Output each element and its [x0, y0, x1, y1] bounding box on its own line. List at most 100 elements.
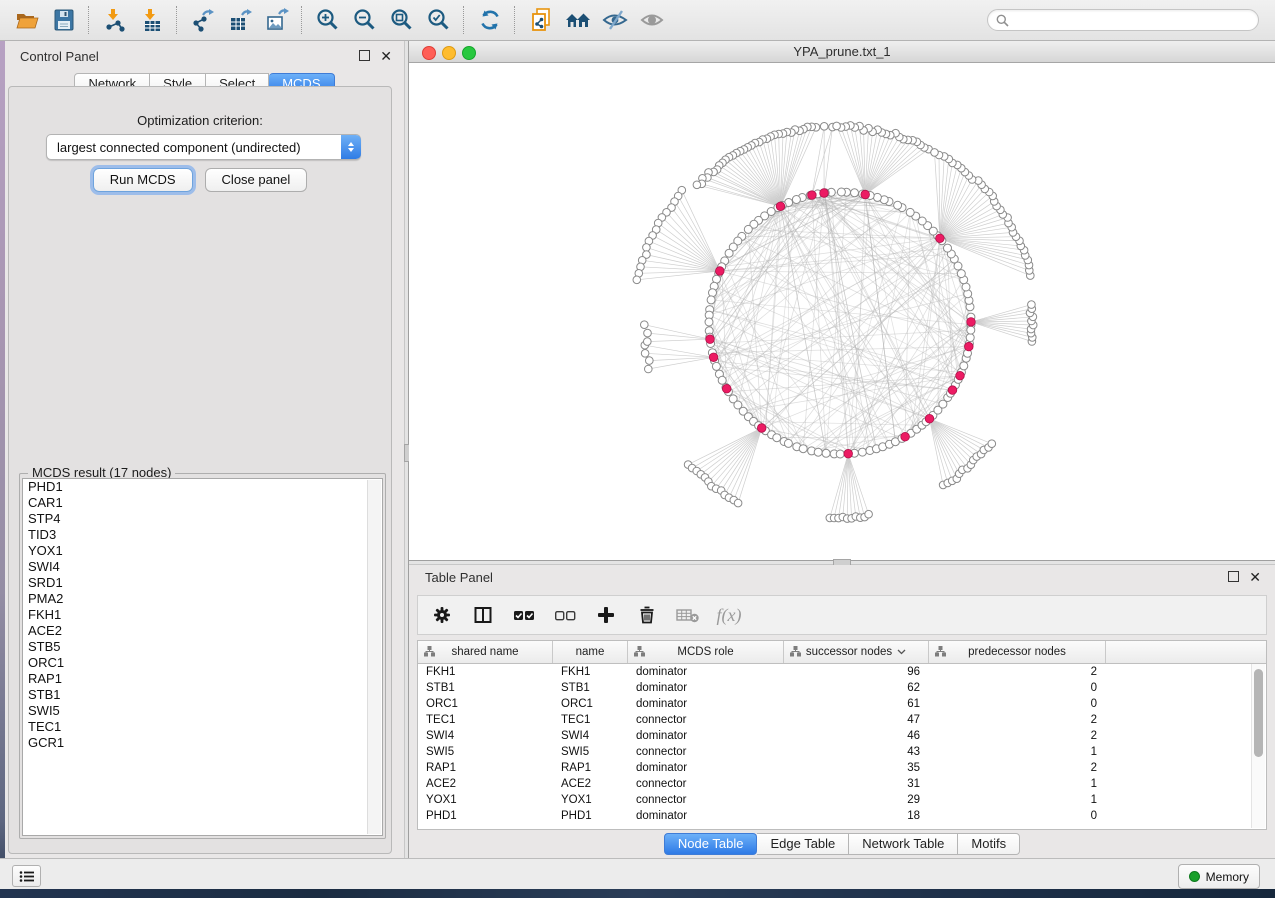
- delete-column-button[interactable]: [635, 603, 659, 627]
- task-history-button[interactable]: [12, 865, 41, 887]
- table-row[interactable]: ORC1ORC1dominator610: [418, 696, 1266, 712]
- table-cell: ACE2: [553, 778, 628, 790]
- zoom-fit-button[interactable]: [383, 3, 420, 37]
- scrollbar-thumb[interactable]: [1254, 669, 1263, 757]
- mcds-result-list[interactable]: PHD1CAR1STP4TID3YOX1SWI4SRD1PMA2FKH1ACE2…: [22, 478, 383, 836]
- close-panel-icon[interactable]: ✕: [380, 51, 392, 61]
- table-row[interactable]: SWI4SWI4dominator462: [418, 728, 1266, 744]
- float-panel-icon[interactable]: [359, 50, 370, 61]
- toolbar-separator: [463, 6, 465, 34]
- list-item[interactable]: YOX1: [23, 543, 382, 559]
- table-row[interactable]: FKH1FKH1dominator962: [418, 664, 1266, 680]
- list-item[interactable]: PHD1: [23, 479, 382, 495]
- list-item[interactable]: ACE2: [23, 623, 382, 639]
- open-session-button[interactable]: [8, 3, 45, 37]
- table-row[interactable]: RAP1RAP1dominator352: [418, 760, 1266, 776]
- optimization-criterion-dropdown[interactable]: largest connected component (undirected): [46, 134, 361, 160]
- zoom-selected-icon: [426, 7, 452, 33]
- list-item[interactable]: SWI5: [23, 703, 382, 719]
- show-graphics-details-button[interactable]: [633, 3, 670, 37]
- table-row[interactable]: YOX1YOX1connector291: [418, 792, 1266, 808]
- network-document-icon: [528, 7, 554, 33]
- eye-slash-icon: [601, 7, 629, 33]
- table-row[interactable]: STB1STB1dominator620: [418, 680, 1266, 696]
- table-cell: STB1: [553, 682, 628, 694]
- apply-layout-button[interactable]: [471, 3, 508, 37]
- toolbar-separator: [301, 6, 303, 34]
- network-view-window: YPA_prune.txt_1: [409, 41, 1275, 560]
- export-network-button[interactable]: [184, 3, 221, 37]
- table-row[interactable]: PHD1PHD1dominator180: [418, 808, 1266, 824]
- mcds-result-groupbox: MCDS result (17 nodes) PHD1CAR1STP4TID3Y…: [19, 473, 386, 839]
- desktop-wallpaper-bottom: [0, 889, 1275, 898]
- table-cell: SWI4: [553, 730, 628, 742]
- zoom-selected-button[interactable]: [420, 3, 457, 37]
- network-canvas[interactable]: [409, 63, 1275, 560]
- table-row[interactable]: TEC1TEC1connector472: [418, 712, 1266, 728]
- table-scrollbar[interactable]: [1251, 664, 1265, 828]
- export-table-button[interactable]: [221, 3, 258, 37]
- import-table-icon: [139, 7, 165, 33]
- close-panel-button[interactable]: Close panel: [205, 168, 308, 192]
- list-item[interactable]: SWI4: [23, 559, 382, 575]
- table-row[interactable]: SWI5SWI5connector431: [418, 744, 1266, 760]
- zoom-in-icon: [315, 7, 341, 33]
- zoom-out-button[interactable]: [346, 3, 383, 37]
- hide-graphics-details-button[interactable]: [596, 3, 633, 37]
- eye-icon: [638, 7, 666, 33]
- column-header-successor-nodes[interactable]: successor nodes: [784, 641, 929, 663]
- refresh-icon: [477, 7, 503, 33]
- tab-node-table[interactable]: Node Table: [664, 833, 758, 855]
- list-item[interactable]: FKH1: [23, 607, 382, 623]
- show-column-button[interactable]: [471, 603, 495, 627]
- list-item[interactable]: RAP1: [23, 671, 382, 687]
- tab-edge-table[interactable]: Edge Table: [757, 833, 849, 855]
- column-header-name[interactable]: name: [553, 641, 628, 663]
- dropdown-value: largest connected component (undirected): [47, 140, 341, 155]
- memory-button[interactable]: Memory: [1178, 864, 1260, 889]
- list-item[interactable]: STB5: [23, 639, 382, 655]
- network-column-icon: [634, 646, 645, 657]
- create-column-button[interactable]: [594, 603, 618, 627]
- table-cell: SWI5: [418, 746, 553, 758]
- float-panel-icon[interactable]: [1228, 571, 1239, 582]
- list-item[interactable]: TEC1: [23, 719, 382, 735]
- list-item[interactable]: GCR1: [23, 735, 382, 751]
- list-item[interactable]: STB1: [23, 687, 382, 703]
- table-options-button[interactable]: [430, 603, 454, 627]
- save-session-button[interactable]: [45, 3, 82, 37]
- table-cell: RAP1: [418, 762, 553, 774]
- select-all-button[interactable]: [512, 603, 536, 627]
- function-builder-button[interactable]: f(x): [717, 603, 741, 627]
- column-header-predecessor-nodes[interactable]: predecessor nodes: [929, 641, 1106, 663]
- column-header-mcds-role[interactable]: MCDS role: [628, 641, 784, 663]
- run-mcds-button[interactable]: Run MCDS: [93, 168, 193, 192]
- list-item[interactable]: TID3: [23, 527, 382, 543]
- show-all-networks-button[interactable]: [559, 3, 596, 37]
- table-cell: 96: [784, 666, 929, 678]
- export-image-button[interactable]: [258, 3, 295, 37]
- zoom-in-button[interactable]: [309, 3, 346, 37]
- fx-icon: f(x): [717, 605, 742, 626]
- list-item[interactable]: PMA2: [23, 591, 382, 607]
- table-cell: 29: [784, 794, 929, 806]
- import-table-button[interactable]: [133, 3, 170, 37]
- column-header-shared-name[interactable]: shared name: [418, 641, 553, 663]
- list-item[interactable]: SRD1: [23, 575, 382, 591]
- toolbar-separator: [88, 6, 90, 34]
- table-cell: FKH1: [553, 666, 628, 678]
- list-item[interactable]: CAR1: [23, 495, 382, 511]
- close-panel-icon[interactable]: ✕: [1249, 572, 1261, 582]
- search-input[interactable]: [1014, 12, 1250, 28]
- deselect-all-button[interactable]: [553, 603, 577, 627]
- delete-table-button[interactable]: [676, 603, 700, 627]
- table-cell: PHD1: [418, 810, 553, 822]
- list-scrollbar[interactable]: [367, 480, 381, 834]
- tab-network-table[interactable]: Network Table: [849, 833, 958, 855]
- import-network-from-database-button[interactable]: [522, 3, 559, 37]
- tab-motifs[interactable]: Motifs: [958, 833, 1020, 855]
- table-row[interactable]: ACE2ACE2connector311: [418, 776, 1266, 792]
- list-item[interactable]: STP4: [23, 511, 382, 527]
- list-item[interactable]: ORC1: [23, 655, 382, 671]
- import-network-button[interactable]: [96, 3, 133, 37]
